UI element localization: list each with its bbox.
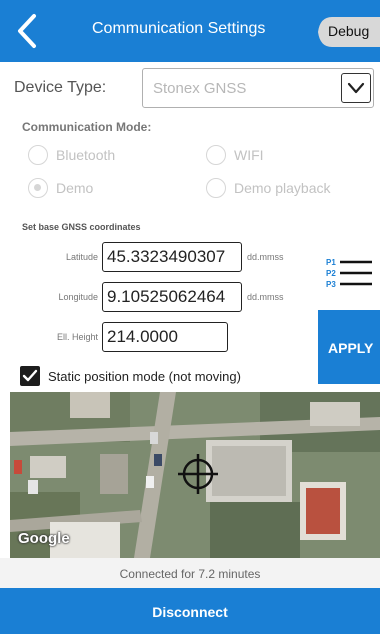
radio-circle	[28, 178, 48, 198]
apply-button[interactable]: APPLY	[318, 310, 380, 384]
radio-label: Bluetooth	[56, 147, 116, 163]
chevron-down-icon	[347, 82, 365, 94]
disconnect-button[interactable]: Disconnect	[0, 588, 380, 634]
latitude-field[interactable]: 45.3323490307	[102, 242, 242, 272]
connection-status-text: Connected for 7.2 minutes	[119, 567, 261, 581]
radio-label: WIFI	[234, 147, 264, 163]
height-label: Ell. Height	[56, 332, 98, 342]
radio-label: Demo playback	[234, 180, 331, 196]
latitude-label: Latitude	[65, 252, 98, 262]
longitude-label: Longitude	[58, 292, 98, 302]
radio-label: Demo	[56, 180, 94, 196]
height-field[interactable]: 214.0000	[102, 322, 228, 352]
device-type-label: Device Type:	[14, 79, 107, 96]
profile-label-p3: P3	[326, 280, 336, 289]
communication-mode-title: Communication Mode:	[22, 120, 152, 134]
radio-circle	[206, 145, 226, 165]
latitude-unit: dd.mmss	[247, 252, 284, 262]
longitude-field[interactable]: 9.10525062464	[102, 282, 242, 312]
profile-label-p1: P1	[326, 258, 336, 267]
radio-circle	[206, 178, 226, 198]
profiles-list-icon: P1 P2 P3	[326, 258, 372, 289]
radio-dot	[34, 184, 41, 191]
app-bar: Communication Settings Debug	[0, 0, 380, 62]
device-type-select[interactable]: Stonex GNSS	[142, 68, 374, 108]
page-title: Communication Settings	[92, 20, 266, 37]
debug-label: Debug	[328, 23, 370, 39]
disconnect-label: Disconnect	[152, 604, 228, 620]
apply-label: APPLY	[328, 340, 374, 356]
checkmark-icon	[22, 369, 38, 382]
device-type-dropdown-button[interactable]	[341, 73, 371, 103]
radio-circle	[28, 145, 48, 165]
back-button[interactable]	[8, 10, 48, 52]
connection-status-bar: Connected for 7.2 minutes	[0, 558, 380, 588]
profiles-button[interactable]: P1 P2 P3	[326, 256, 376, 292]
debug-button[interactable]: Debug	[318, 17, 380, 47]
crosshair-icon	[178, 454, 218, 494]
map-attribution: Google	[18, 530, 70, 547]
static-mode-checkbox[interactable]	[20, 366, 40, 386]
map-view[interactable]: Google	[10, 392, 380, 558]
profile-label-p2: P2	[326, 269, 336, 278]
device-type-value: Stonex GNSS	[153, 80, 247, 97]
chevron-left-icon	[18, 14, 36, 48]
longitude-unit: dd.mmss	[247, 292, 284, 302]
base-coordinates-title: Set base GNSS coordinates	[22, 222, 141, 232]
static-mode-label: Static position mode (not moving)	[48, 369, 241, 384]
